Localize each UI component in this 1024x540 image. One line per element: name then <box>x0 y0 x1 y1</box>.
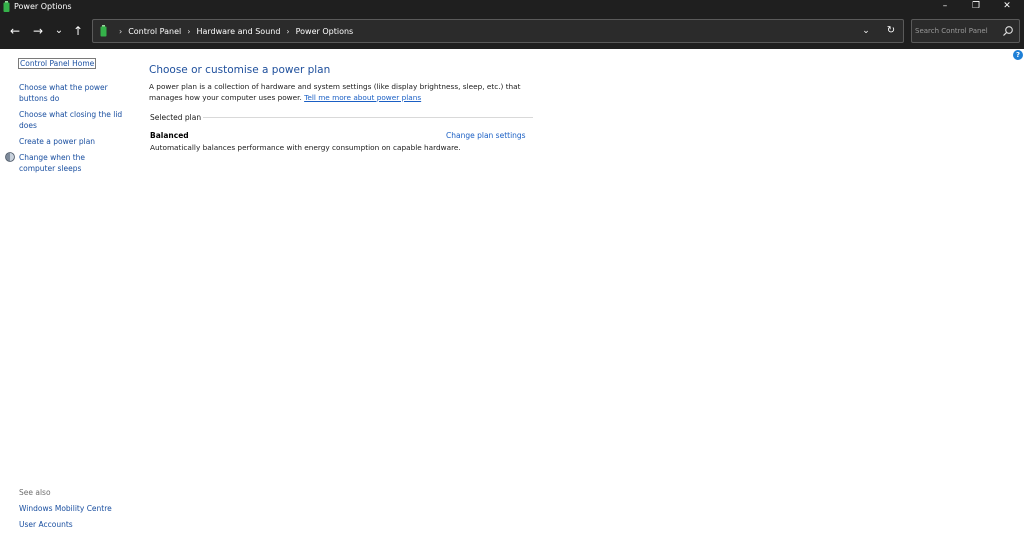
address-dropdown-button[interactable]: ⌄ <box>859 24 873 38</box>
selected-plan-label: Selected plan <box>150 113 202 122</box>
up-button[interactable]: ↑ <box>69 22 87 40</box>
see-also-heading: See also <box>19 488 51 497</box>
battery-icon <box>3 1 10 12</box>
breadcrumb: › Control Panel › Hardware and Sound › P… <box>113 20 353 42</box>
sidebar-item-control-panel-home[interactable]: Control Panel Home <box>18 58 97 69</box>
breadcrumb-hardware-and-sound[interactable]: Hardware and Sound <box>196 27 280 36</box>
sidebar-item-user-accounts[interactable]: User Accounts <box>19 520 73 531</box>
close-button[interactable]: ✕ <box>992 0 1022 13</box>
back-button[interactable]: ← <box>6 22 24 40</box>
sidebar-item-power-buttons[interactable]: Choose what the power buttons do <box>19 83 119 104</box>
section-divider <box>203 117 533 118</box>
refresh-button[interactable]: ↻ <box>884 24 898 38</box>
page-title: Choose or customise a power plan <box>149 64 331 76</box>
sidebar-item-windows-mobility-centre[interactable]: Windows Mobility Centre <box>19 504 112 515</box>
recent-locations-button[interactable]: ⌄ <box>50 22 68 40</box>
chevron-right-icon[interactable]: › <box>286 27 289 36</box>
shield-icon <box>5 152 15 162</box>
battery-icon <box>100 25 107 37</box>
learn-more-link[interactable]: Tell me more about power plans <box>304 93 421 102</box>
title-bar: Power Options – ❐ ✕ <box>0 0 1024 13</box>
sidebar-item-create-power-plan[interactable]: Create a power plan <box>19 137 129 148</box>
chevron-right-icon: › <box>119 26 123 36</box>
window-title: Power Options <box>14 2 72 11</box>
minimize-button[interactable]: – <box>930 0 960 13</box>
breadcrumb-power-options[interactable]: Power Options <box>296 27 354 36</box>
forward-button[interactable]: → <box>29 22 47 40</box>
search-box[interactable] <box>911 19 1020 43</box>
plan-name: Balanced <box>150 131 189 140</box>
search-icon[interactable] <box>1002 25 1014 37</box>
breadcrumb-control-panel[interactable]: Control Panel <box>128 27 181 36</box>
page-description: A power plan is a collection of hardware… <box>149 82 529 103</box>
sidebar-item-computer-sleeps[interactable]: Change when the computer sleeps <box>19 153 123 174</box>
navigation-bar: ← → ⌄ ↑ › Control Panel › Hardware and S… <box>0 13 1024 49</box>
change-plan-settings-link[interactable]: Change plan settings <box>446 131 526 140</box>
chevron-right-icon[interactable]: › <box>187 27 190 36</box>
restore-button[interactable]: ❐ <box>961 0 991 13</box>
address-bar[interactable]: › Control Panel › Hardware and Sound › P… <box>92 19 904 43</box>
plan-description: Automatically balances performance with … <box>150 143 461 152</box>
search-input[interactable] <box>915 22 995 40</box>
sidebar-item-closing-lid[interactable]: Choose what closing the lid does <box>19 110 123 131</box>
help-icon[interactable]: ? <box>1013 50 1023 60</box>
